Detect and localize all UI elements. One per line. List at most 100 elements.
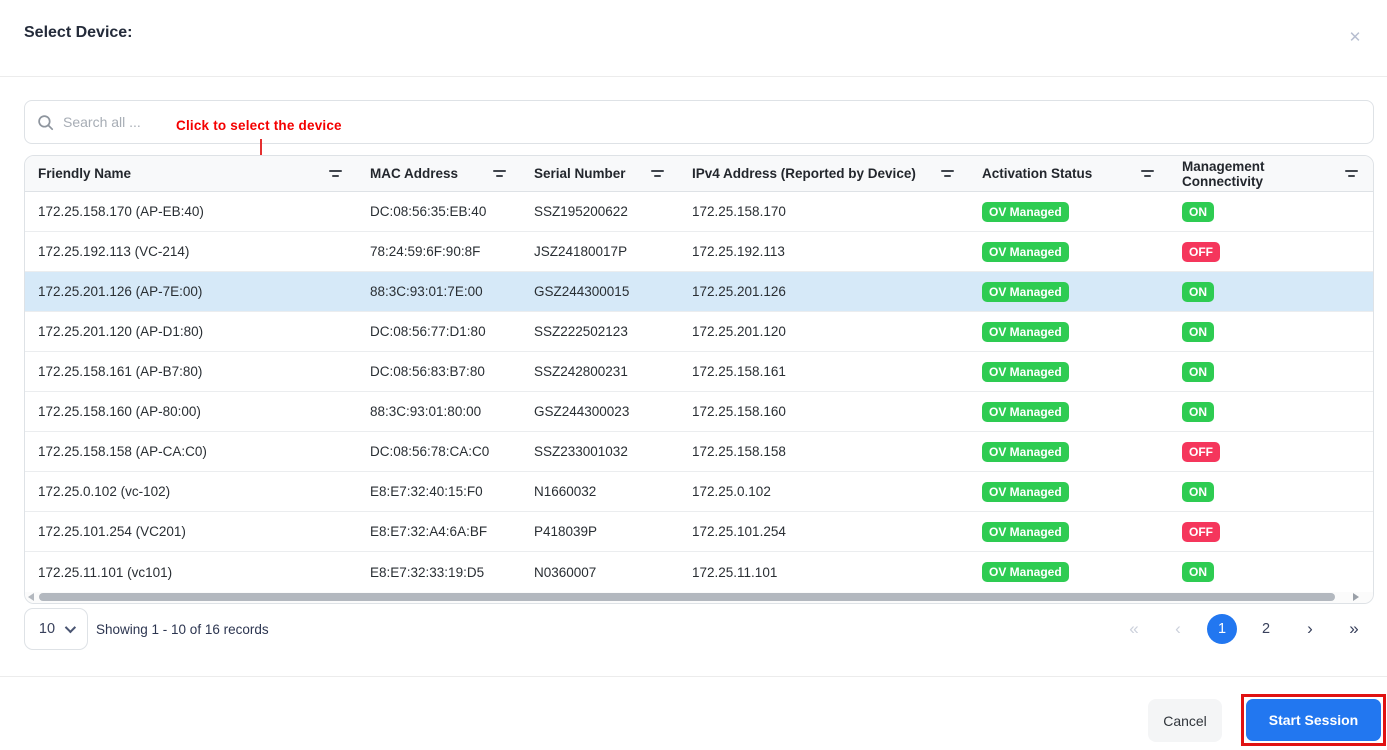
scrollbar-right-arrow-icon[interactable] [1353,593,1359,601]
cell-management-connectivity: ON [1169,402,1373,422]
connectivity-badge: ON [1182,402,1214,422]
cell-friendly-name: 172.25.158.161 (AP-B7:80) [25,364,357,379]
cell-ipv4-address: 172.25.101.254 [679,524,969,539]
filter-icon[interactable] [651,168,665,179]
connectivity-badge: OFF [1182,522,1220,542]
column-label: Activation Status [982,166,1092,181]
connectivity-badge: ON [1182,482,1214,502]
cell-activation-status: OV Managed [969,282,1169,302]
connectivity-badge: OFF [1182,442,1220,462]
scrollbar-left-arrow-icon[interactable] [28,593,34,601]
column-header-serial-number: Serial Number [521,166,679,181]
cell-activation-status: OV Managed [969,402,1169,422]
column-header-friendly-name: Friendly Name [25,166,357,181]
cell-ipv4-address: 172.25.11.101 [679,565,969,580]
filter-icon[interactable] [1345,168,1359,179]
cell-mac-address: DC:08:56:78:CA:C0 [357,444,521,459]
column-header-management-connectivity: Management Connectivity [1169,159,1373,189]
cell-serial-number: N0360007 [521,565,679,580]
activation-status-badge: OV Managed [982,202,1069,222]
cell-friendly-name: 172.25.201.120 (AP-D1:80) [25,324,357,339]
cell-activation-status: OV Managed [969,442,1169,462]
cell-management-connectivity: ON [1169,202,1373,222]
activation-status-badge: OV Managed [982,362,1069,382]
page-button-2[interactable]: 2 [1251,614,1281,644]
table-row[interactable]: 172.25.201.126 (AP-7E:00) 88:3C:93:01:7E… [25,272,1373,312]
page-size-value: 10 [39,621,55,637]
cell-management-connectivity: OFF [1169,242,1373,262]
filter-icon[interactable] [1141,168,1155,179]
dialog-title: Select Device: [24,24,133,42]
cell-activation-status: OV Managed [969,522,1169,542]
search-icon [37,114,54,131]
cell-management-connectivity: OFF [1169,522,1373,542]
footer-divider [0,676,1387,677]
activation-status-badge: OV Managed [982,442,1069,462]
cancel-button[interactable]: Cancel [1148,699,1222,742]
cell-ipv4-address: 172.25.201.120 [679,324,969,339]
first-page-button[interactable]: « [1119,614,1149,644]
activation-status-badge: OV Managed [982,242,1069,262]
cell-serial-number: SSZ195200622 [521,204,679,219]
cell-mac-address: DC:08:56:35:EB:40 [357,204,521,219]
cell-friendly-name: 172.25.201.126 (AP-7E:00) [25,284,357,299]
scrollbar-thumb[interactable] [39,593,1335,601]
cell-mac-address: DC:08:56:83:B7:80 [357,364,521,379]
table-row[interactable]: 172.25.0.102 (vc-102) E8:E7:32:40:15:F0 … [25,472,1373,512]
cell-serial-number: GSZ244300015 [521,284,679,299]
table-row[interactable]: 172.25.192.113 (VC-214) 78:24:59:6F:90:8… [25,232,1373,272]
column-header-mac-address: MAC Address [357,166,521,181]
start-session-annotation-box: Start Session [1241,694,1386,746]
cell-serial-number: N1660032 [521,484,679,499]
table-row[interactable]: 172.25.11.101 (vc101) E8:E7:32:33:19:D5 … [25,552,1373,592]
next-page-button[interactable]: › [1295,614,1325,644]
annotation-text: Click to select the device [176,118,342,133]
filter-icon[interactable] [493,168,507,179]
column-label: MAC Address [370,166,458,181]
cell-friendly-name: 172.25.0.102 (vc-102) [25,484,357,499]
cell-friendly-name: 172.25.158.158 (AP-CA:C0) [25,444,357,459]
column-label: Friendly Name [38,166,131,181]
table-row[interactable]: 172.25.158.161 (AP-B7:80) DC:08:56:83:B7… [25,352,1373,392]
cell-activation-status: OV Managed [969,562,1169,582]
connectivity-badge: ON [1182,562,1214,582]
cell-mac-address: 78:24:59:6F:90:8F [357,244,521,259]
cell-mac-address: E8:E7:32:A4:6A:BF [357,524,521,539]
table-row[interactable]: 172.25.158.158 (AP-CA:C0) DC:08:56:78:CA… [25,432,1373,472]
connectivity-badge: ON [1182,362,1214,382]
activation-status-badge: OV Managed [982,522,1069,542]
table-row[interactable]: 172.25.201.120 (AP-D1:80) DC:08:56:77:D1… [25,312,1373,352]
select-device-dialog: Select Device: ✕ Click to select the dev… [0,0,1387,750]
table-row[interactable]: 172.25.158.170 (AP-EB:40) DC:08:56:35:EB… [25,192,1373,232]
cell-friendly-name: 172.25.192.113 (VC-214) [25,244,357,259]
close-icon[interactable]: ✕ [1345,28,1365,48]
cell-management-connectivity: ON [1169,482,1373,502]
column-header-ipv4-address: IPv4 Address (Reported by Device) [679,166,969,181]
cell-mac-address: 88:3C:93:01:80:00 [357,404,521,419]
filter-icon[interactable] [329,168,343,179]
cell-management-connectivity: ON [1169,362,1373,382]
page-button-1[interactable]: 1 [1207,614,1237,644]
prev-page-button[interactable]: ‹ [1163,614,1193,644]
column-header-activation-status: Activation Status [969,166,1169,181]
cell-serial-number: SSZ233001032 [521,444,679,459]
table-header-row: Friendly Name MAC Address Serial Number … [25,156,1373,192]
cell-mac-address: E8:E7:32:33:19:D5 [357,565,521,580]
connectivity-badge: ON [1182,322,1214,342]
activation-status-badge: OV Managed [982,482,1069,502]
chevron-down-icon [65,622,76,633]
connectivity-badge: OFF [1182,242,1220,262]
column-label: Serial Number [534,166,626,181]
start-session-button[interactable]: Start Session [1246,699,1381,741]
page-size-dropdown[interactable]: 10 [24,608,88,650]
table-row[interactable]: 172.25.101.254 (VC201) E8:E7:32:A4:6A:BF… [25,512,1373,552]
cell-activation-status: OV Managed [969,322,1169,342]
cell-mac-address: DC:08:56:77:D1:80 [357,324,521,339]
last-page-button[interactable]: » [1339,614,1369,644]
filter-icon[interactable] [941,168,955,179]
cell-ipv4-address: 172.25.0.102 [679,484,969,499]
table-row[interactable]: 172.25.158.160 (AP-80:00) 88:3C:93:01:80… [25,392,1373,432]
cell-mac-address: 88:3C:93:01:7E:00 [357,284,521,299]
cell-activation-status: OV Managed [969,242,1169,262]
cell-ipv4-address: 172.25.158.170 [679,204,969,219]
